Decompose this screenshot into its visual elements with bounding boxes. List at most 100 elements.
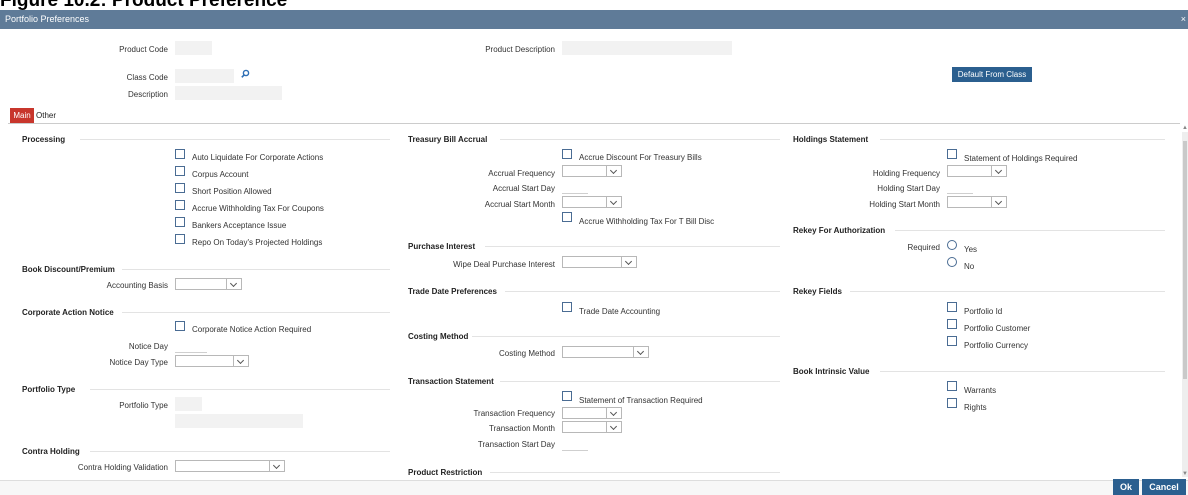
holding-frequency-label: Holding Frequency (872, 169, 940, 178)
portfolio-type-description-field (175, 414, 303, 428)
corporate-notice-checkbox[interactable] (175, 321, 185, 331)
notice-day-field[interactable] (175, 341, 207, 353)
section-divider (500, 381, 780, 382)
corporate-notice-label: Corporate Notice Action Required (192, 325, 312, 334)
tab-other[interactable]: Other (36, 108, 56, 123)
ok-button[interactable]: Ok (1113, 479, 1139, 495)
intrinsic-value-title: Book Intrinsic Value (793, 367, 870, 376)
section-divider (850, 291, 1165, 292)
bankers-acceptance-checkbox[interactable] (175, 217, 185, 227)
portfolio-type-field[interactable] (175, 397, 202, 411)
rekey-no-radio[interactable] (947, 257, 957, 267)
product-code-label: Product Code (119, 45, 168, 54)
description-label: Description (127, 90, 168, 99)
corpus-account-checkbox[interactable] (175, 166, 185, 176)
accrual-frequency-select[interactable] (562, 165, 622, 177)
transaction-required-checkbox[interactable] (562, 391, 572, 401)
transaction-frequency-label: Transaction Frequency (473, 409, 555, 418)
withholding-coupons-label: Accrue Withholding Tax For Coupons (192, 204, 324, 213)
holding-start-month-label: Holding Start Month (869, 200, 940, 209)
wipe-deal-select[interactable] (562, 256, 637, 268)
rights-label: Rights (964, 403, 987, 412)
corpus-account-label: Corpus Account (192, 170, 249, 179)
holdings-required-checkbox[interactable] (947, 149, 957, 159)
rekey-required-label: Required (907, 243, 940, 252)
portfolio-customer-checkbox[interactable] (947, 319, 957, 329)
costing-method-title: Costing Method (408, 332, 469, 341)
transaction-month-select[interactable] (562, 421, 622, 433)
wipe-deal-label: Wipe Deal Purchase Interest (453, 260, 555, 269)
chevron-down-icon (606, 422, 621, 432)
accounting-basis-select[interactable] (175, 278, 242, 290)
tab-main[interactable]: Main (10, 108, 34, 123)
transaction-required-label: Statement of Transaction Required (579, 396, 703, 405)
portfolio-id-checkbox[interactable] (947, 302, 957, 312)
accrual-frequency-label: Accrual Frequency (488, 169, 555, 178)
section-divider (90, 389, 390, 390)
trade-date-accounting-checkbox[interactable] (562, 302, 572, 312)
transaction-statement-title: Transaction Statement (408, 377, 494, 386)
portfolio-preferences-window: Portfolio Preferences × Product Code Pro… (0, 10, 1188, 495)
section-divider (490, 472, 780, 473)
repo-projected-label: Repo On Today's Projected Holdings (192, 238, 323, 247)
warrants-checkbox[interactable] (947, 381, 957, 391)
section-divider (122, 269, 390, 270)
window-title: Portfolio Preferences (5, 14, 90, 24)
portfolio-currency-label: Portfolio Currency (964, 341, 1029, 350)
bankers-acceptance-label: Bankers Acceptance Issue (192, 221, 287, 230)
portfolio-type-title: Portfolio Type (22, 385, 76, 394)
section-divider (880, 371, 1165, 372)
transaction-frequency-select[interactable] (562, 407, 622, 419)
default-from-class-button[interactable]: Default From Class (952, 67, 1032, 82)
chevron-down-icon (269, 461, 284, 471)
accrual-start-day-field[interactable] (562, 182, 588, 194)
notice-day-type-select[interactable] (175, 355, 249, 367)
scroll-down-icon[interactable]: ▼ (1182, 471, 1188, 477)
tab-divider (8, 123, 1180, 124)
holding-frequency-select[interactable] (947, 165, 1007, 177)
holdings-required-label: Statement of Holdings Required (964, 154, 1078, 163)
chevron-down-icon (991, 166, 1006, 176)
scroll-up-icon[interactable]: ▲ (1182, 125, 1188, 131)
portfolio-customer-label: Portfolio Customer (964, 324, 1031, 333)
close-icon[interactable]: × (1181, 10, 1186, 29)
withholding-coupons-checkbox[interactable] (175, 200, 185, 210)
dialog-footer (0, 480, 1188, 495)
product-restriction-title: Product Restriction (408, 468, 483, 477)
short-position-checkbox[interactable] (175, 183, 185, 193)
holding-start-day-field[interactable] (947, 182, 973, 194)
costing-method-label: Costing Method (498, 349, 555, 358)
rights-checkbox[interactable] (947, 398, 957, 408)
product-code-field[interactable] (175, 41, 212, 55)
trade-date-accounting-label: Trade Date Accounting (579, 307, 661, 316)
short-position-label: Short Position Allowed (192, 187, 272, 196)
product-description-field[interactable] (562, 41, 732, 55)
accrue-discount-checkbox[interactable] (562, 149, 572, 159)
transaction-month-label: Transaction Month (489, 424, 555, 433)
portfolio-currency-checkbox[interactable] (947, 336, 957, 346)
portfolio-id-label: Portfolio Id (964, 307, 1003, 316)
description-field[interactable] (175, 86, 282, 100)
holdings-statement-title: Holdings Statement (793, 135, 869, 144)
scrollbar-thumb[interactable] (1183, 141, 1187, 379)
accrual-start-month-select[interactable] (562, 196, 622, 208)
search-icon[interactable] (240, 69, 250, 81)
transaction-start-day-field[interactable] (562, 439, 588, 451)
class-code-field[interactable] (175, 69, 234, 83)
auto-liquidate-checkbox[interactable] (175, 149, 185, 159)
warrants-label: Warrants (964, 386, 997, 395)
rekey-no-label: No (964, 262, 975, 271)
book-discount-title: Book Discount/Premium (22, 265, 115, 274)
costing-method-select[interactable] (562, 346, 649, 358)
rekey-yes-radio[interactable] (947, 240, 957, 250)
cancel-button[interactable]: Cancel (1142, 479, 1186, 495)
accounting-basis-label: Accounting Basis (106, 281, 168, 290)
notice-day-type-label: Notice Day Type (109, 358, 168, 367)
tbill-withholding-checkbox[interactable] (562, 212, 572, 222)
section-divider (122, 312, 390, 313)
chevron-down-icon (606, 197, 621, 207)
contra-validation-select[interactable] (175, 460, 285, 472)
section-divider (472, 336, 780, 337)
repo-projected-checkbox[interactable] (175, 234, 185, 244)
holding-start-month-select[interactable] (947, 196, 1007, 208)
